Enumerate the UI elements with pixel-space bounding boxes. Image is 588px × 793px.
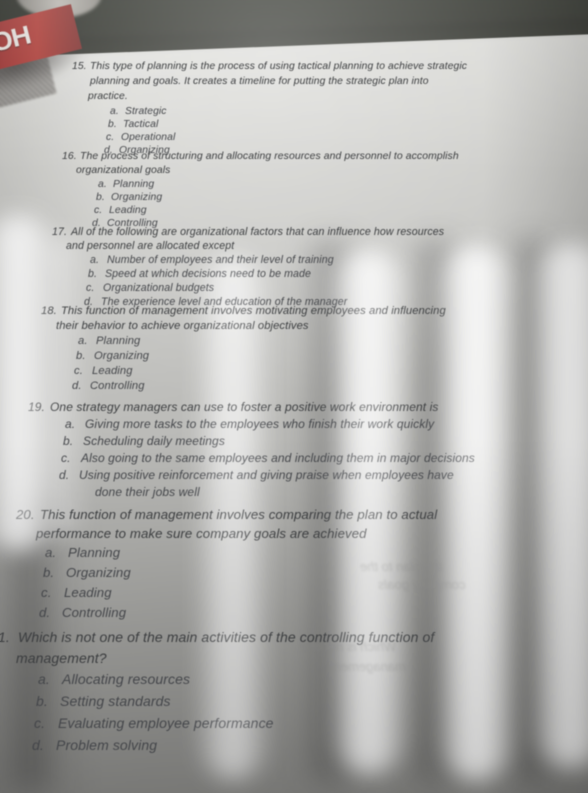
option-letter: c. (106, 132, 115, 143)
question-text-line: The process of structuring and allocatin… (80, 151, 459, 162)
option-letter: b. (36, 693, 48, 709)
option-letter: d. (72, 380, 82, 392)
option-letter: b. (96, 192, 105, 203)
question-number: 1. (0, 629, 10, 645)
option-text: Giving more tasks to the employees who f… (85, 417, 435, 431)
question-number: 15. (72, 61, 87, 72)
option-text: Leading (109, 205, 147, 216)
option-letter: a. (110, 106, 119, 117)
option-text: Also going to the same employees and inc… (81, 451, 475, 465)
option-text: Allocating resources (62, 671, 191, 687)
question-text-line: This function of management involves mot… (61, 305, 446, 317)
option-text: Leading (64, 585, 112, 600)
option-text: Controlling (90, 380, 145, 392)
option-letter: c. (86, 282, 95, 294)
question-text-line: Which is not one of the main activities … (18, 629, 435, 645)
option-letter: c. (41, 585, 52, 600)
option-text: Planning (113, 179, 155, 190)
question-text-line: and personnel are allocated except (66, 240, 235, 252)
question-text-line: practice. (88, 91, 128, 102)
option-letter: b. (63, 434, 74, 448)
option-letter: b. (88, 268, 98, 280)
option-letter: a. (38, 671, 50, 687)
option-letter: c. (61, 451, 71, 465)
option-text: Evaluating employee performance (58, 715, 274, 731)
question-number: 19. (28, 400, 45, 414)
question-text-line: management? (16, 650, 107, 666)
option-letter: a. (45, 545, 57, 560)
option-letter: d. (32, 737, 44, 753)
option-text: Organizational budgets (103, 282, 215, 294)
option-letter: c. (74, 365, 83, 377)
option-text: Scheduling daily meetings (83, 434, 225, 448)
printed-text-block: 15. This type of planning is the process… (0, 0, 588, 793)
question-text-line: This function of management involves com… (40, 507, 438, 522)
option-letter: a. (98, 179, 107, 190)
option-letter: a. (78, 335, 88, 347)
option-text: Controlling (62, 605, 127, 620)
option-letter: d. (39, 605, 51, 620)
option-text: Organizing (66, 565, 131, 580)
option-letter: c. (94, 205, 103, 216)
option-text: Leading (92, 365, 133, 377)
option-text: Using positive reinforcement and giving … (79, 468, 454, 482)
question-text-line: One strategy managers can use to foster … (50, 400, 439, 414)
option-text: Problem solving (56, 737, 158, 753)
option-letter: d. (59, 468, 70, 482)
option-letter: b. (76, 350, 86, 362)
option-text: Planning (96, 335, 141, 347)
question-text-line: planning and goals. It creates a timelin… (90, 76, 429, 87)
option-text: Speed at which decisions need to be made (105, 268, 312, 280)
option-text: Operational (121, 132, 176, 143)
option-letter: a. (90, 254, 100, 266)
question-text-line: This type of planning is the process of … (90, 61, 468, 72)
option-letter: a. (65, 417, 76, 431)
option-text-continued: done their jobs well (95, 485, 200, 499)
question-number: 16. (62, 151, 77, 162)
option-text: Planning (68, 545, 121, 560)
option-text: Organizing (111, 192, 163, 203)
photo-canvas: SOH the plan to the company goals Which … (0, 0, 588, 793)
question-number: 20. (16, 507, 35, 522)
question-text-line: organizational goals (76, 165, 171, 176)
question-text-line: their behavior to achieve organizational… (56, 320, 309, 332)
option-text: Strategic (125, 106, 167, 117)
option-letter: c. (34, 715, 46, 731)
question-number: 17. (52, 226, 68, 238)
option-text: Tactical (123, 119, 159, 130)
option-text: Organizing (94, 350, 150, 362)
question-text-line: All of the following are organizational … (71, 226, 445, 238)
option-text: Number of employees and their level of t… (107, 254, 334, 266)
question-text-line: performance to make sure company goals a… (36, 526, 367, 541)
option-text: Setting standards (60, 693, 171, 709)
question-number: 18. (41, 305, 57, 317)
option-letter: b. (108, 119, 117, 130)
option-letter: b. (43, 565, 55, 580)
